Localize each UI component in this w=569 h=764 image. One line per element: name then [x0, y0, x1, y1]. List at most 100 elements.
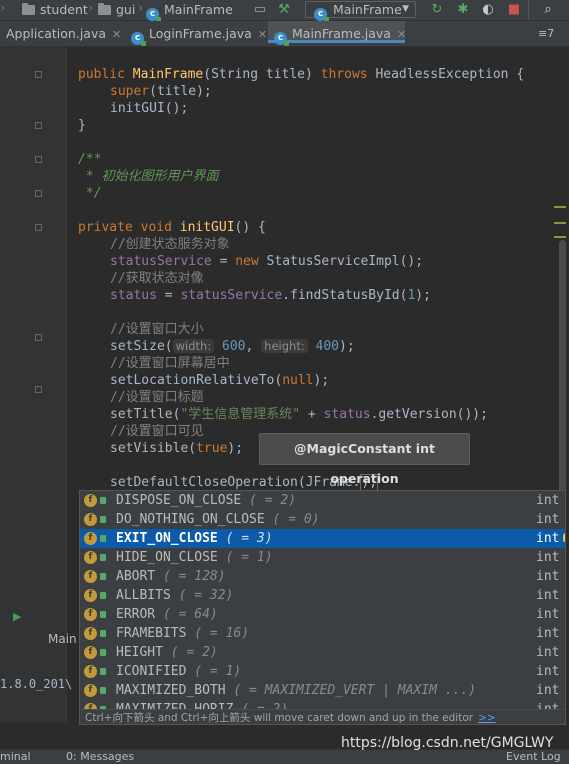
- code-token: );: [313, 373, 330, 388]
- debug-icon[interactable]: ✱: [455, 2, 471, 18]
- public-lock-icon: [100, 592, 106, 599]
- code-token: HeadlessException {: [367, 67, 525, 82]
- completion-item[interactable]: f DISPOSE_ON_CLOSE ( = 2) int: [80, 491, 565, 510]
- completion-item[interactable]: f HIDE_ON_CLOSE ( = 1) int: [80, 548, 565, 567]
- code-completion-popup[interactable]: f DISPOSE_ON_CLOSE ( = 2) int f DO_NOTHING_O…: [79, 490, 566, 725]
- completion-value: ( = 2): [241, 493, 297, 508]
- code-token: (title);: [149, 84, 212, 99]
- code-line: public MainFrame(String title) throws He…: [78, 66, 524, 83]
- breadcrumb-mainframe[interactable]: c MainFrame: [146, 1, 233, 22]
- breadcrumb-student[interactable]: student: [22, 1, 88, 19]
- code-token: new: [235, 254, 259, 269]
- code-token: .findStatusById(: [282, 288, 408, 303]
- build-hammer-icon[interactable]: ⚒: [276, 2, 292, 18]
- comment-line: //设置窗口标题: [110, 390, 204, 405]
- warning-mark[interactable]: [554, 206, 566, 208]
- code-line: setSize(width: 600, height: 400);: [110, 338, 355, 355]
- tab-label: LoginFrame.java: [149, 26, 252, 41]
- completion-more-link[interactable]: >>: [478, 712, 496, 724]
- class-icon: c: [274, 32, 289, 46]
- completion-value: ( = 128): [155, 569, 226, 584]
- completion-item[interactable]: f HEIGHT ( = 2) int: [80, 643, 565, 662]
- completion-item[interactable]: f ABORT ( = 128) int: [80, 567, 565, 586]
- editor-tab-bar: Application.java ✕ c LoginFrame.java ✕ c Mai…: [0, 21, 569, 47]
- code-token: status: [323, 407, 371, 422]
- breadcrumb-label: student: [40, 2, 88, 17]
- code-token: "学生信息管理系统": [180, 407, 301, 422]
- completion-item[interactable]: f DO_NOTHING_ON_CLOSE ( = 0) int: [80, 510, 565, 529]
- completion-item-name: DISPOSE_ON_CLOSE ( = 2): [116, 491, 296, 510]
- completion-item[interactable]: f ICONIFIED ( = 1) int: [80, 662, 565, 681]
- code-token: private void: [78, 220, 172, 235]
- completion-name: DO_NOTHING_ON_CLOSE: [116, 512, 265, 527]
- code-line: }: [78, 118, 86, 133]
- completion-name: ERROR: [116, 607, 156, 622]
- doc-comment-line: /**: [78, 152, 102, 167]
- warning-mark[interactable]: [554, 236, 566, 238]
- completion-type: int: [536, 550, 560, 565]
- stop-icon[interactable]: ■: [506, 2, 522, 18]
- completion-type: int: [536, 512, 560, 527]
- close-icon[interactable]: ✕: [397, 28, 406, 41]
- field-icon: f: [84, 570, 97, 583]
- intention-bulb-icon[interactable]: [563, 533, 565, 542]
- navigation-bar: › student › gui › c MainFrame ▭ ⚒ c MainFr…: [0, 0, 569, 22]
- completion-type: int: [536, 645, 560, 660]
- completion-type: int: [536, 531, 560, 546]
- breadcrumb-label: MainFrame: [164, 2, 233, 17]
- code-token: status: [110, 288, 157, 303]
- completion-item-name: HEIGHT ( = 2): [116, 643, 218, 662]
- console-jdk-text: 1.8.0_201\: [0, 677, 73, 691]
- completion-value: ( = 32): [170, 588, 234, 603]
- terminal-tab[interactable]: minal: [0, 750, 31, 764]
- comment-line: //设置窗口可见: [110, 424, 204, 439]
- completion-type: int: [536, 607, 560, 622]
- completion-value: ( = 1): [217, 550, 273, 565]
- field-icon: f: [84, 589, 97, 602]
- completion-value: ( = MAXIMIZED_VERT | MAXIM ...): [225, 683, 477, 698]
- close-icon[interactable]: ✕: [112, 28, 121, 41]
- code-token: setSize(: [110, 339, 173, 354]
- project-structure-icon[interactable]: ▭: [252, 2, 268, 18]
- field-icon: f: [84, 608, 97, 621]
- close-icon[interactable]: ✕: [258, 28, 267, 41]
- event-log-tab[interactable]: Event Log: [506, 750, 561, 764]
- coverage-icon[interactable]: ◐: [480, 2, 496, 18]
- code-token: +: [300, 407, 324, 422]
- completion-value: ( = 16): [186, 626, 250, 641]
- messages-tab[interactable]: 0: Messages: [66, 750, 134, 764]
- code-token: =: [156, 288, 181, 303]
- completion-name: ICONIFIED: [116, 664, 187, 679]
- code-token: null: [282, 373, 314, 388]
- search-icon[interactable]: ⌕: [540, 2, 556, 18]
- completion-type: int: [536, 626, 560, 641]
- completion-item[interactable]: f ALLBITS ( = 32) int: [80, 586, 565, 605]
- rerun-icon[interactable]: ↻: [429, 2, 445, 18]
- folder-icon: [22, 3, 35, 15]
- tab-loginframe[interactable]: c LoginFrame.java ✕: [131, 21, 267, 46]
- code-token: () {: [234, 220, 266, 235]
- parameter-info-tooltip: @MagicConstant int operation: [259, 433, 470, 486]
- completion-hint-text: Ctrl+向下箭头 and Ctrl+向上箭头 will move caret …: [85, 712, 474, 724]
- completion-item[interactable]: f FRAMEBITS ( = 16) int: [80, 624, 565, 643]
- field-icon: f: [84, 532, 97, 545]
- warning-mark[interactable]: [554, 222, 566, 224]
- completion-footer: Ctrl+向下箭头 and Ctrl+向上箭头 will move caret …: [80, 709, 565, 724]
- code-token: 400: [315, 339, 340, 354]
- completion-item[interactable]: f EXIT_ON_CLOSE ( = 3) int: [80, 529, 565, 548]
- toolbar-divider: [528, 0, 529, 20]
- field-icon: f: [84, 513, 97, 526]
- code-token: );: [339, 339, 355, 354]
- run-tab-main[interactable]: Main: [48, 632, 77, 646]
- completion-item-name: ALLBITS ( = 32): [116, 586, 233, 605]
- completion-item[interactable]: f ERROR ( = 64) int: [80, 605, 565, 624]
- tab-mainframe[interactable]: c MainFrame.java ✕: [268, 21, 406, 46]
- tab-application[interactable]: Application.java ✕: [0, 21, 122, 46]
- run-configuration-dropdown[interactable]: c MainFrame ▼: [305, 1, 416, 22]
- breadcrumb-gui[interactable]: gui: [98, 1, 135, 19]
- tab-overflow-indicator[interactable]: ≡7: [538, 21, 554, 46]
- completion-name: FRAMEBITS: [116, 626, 187, 641]
- code-token: =: [211, 254, 236, 269]
- code-token: MainFrame: [132, 67, 204, 82]
- completion-item[interactable]: f MAXIMIZED_BOTH ( = MAXIMIZED_VERT | MAX…: [80, 681, 565, 700]
